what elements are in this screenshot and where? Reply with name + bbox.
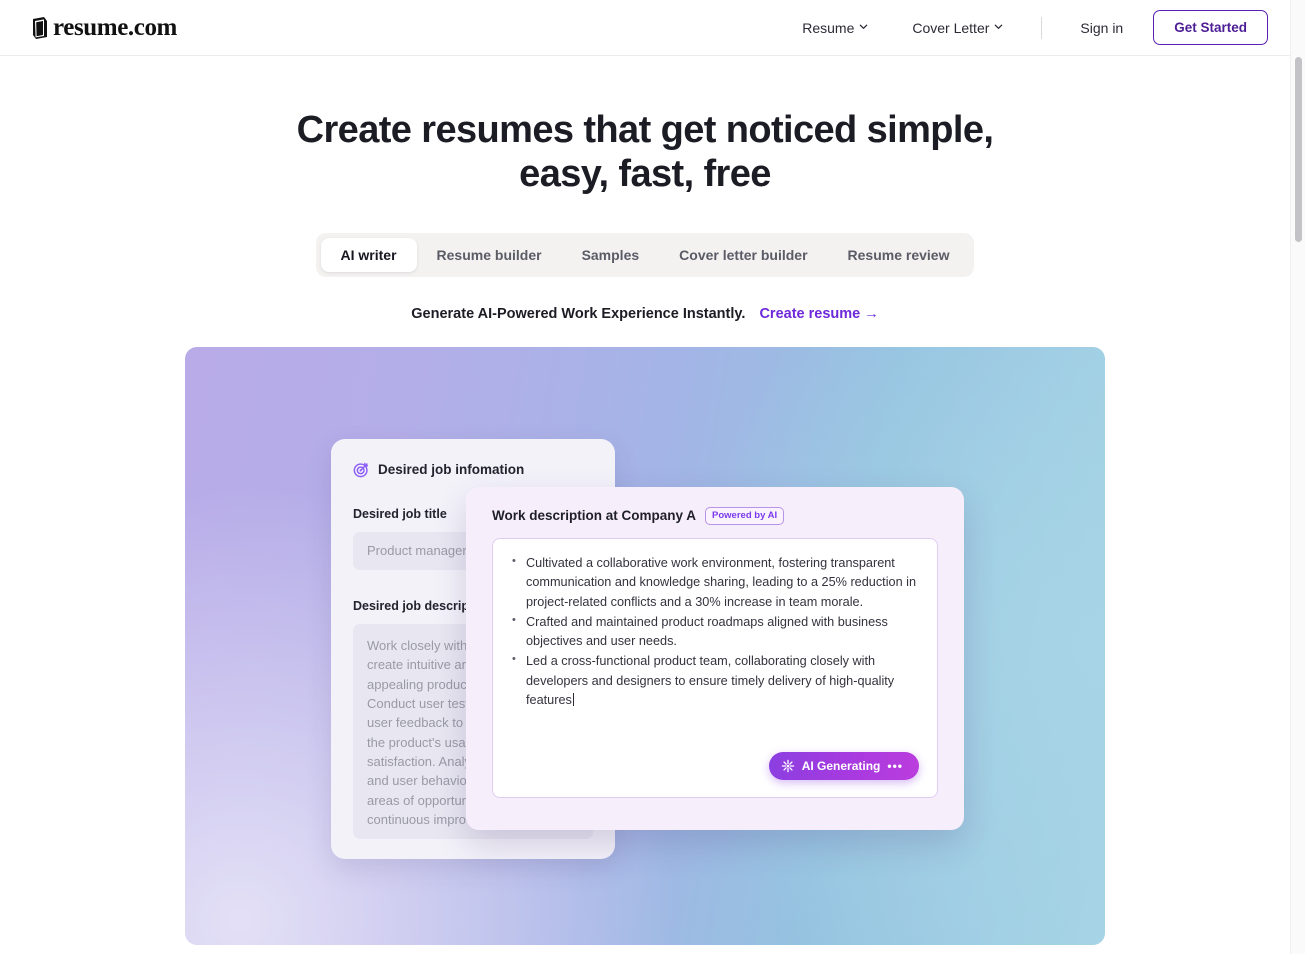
site-header: resume.com Resume Cover Letter Sign in G…	[0, 0, 1290, 56]
scrollbar-thumb[interactable]	[1295, 57, 1302, 242]
work-description-bullet-list: Cultivated a collaborative work environm…	[511, 553, 919, 710]
logo-text: resume.com	[53, 14, 177, 41]
work-description-title: Work description at Company A	[492, 508, 697, 524]
ai-generating-dots: •••	[887, 758, 903, 773]
list-item: Crafted and maintained product roadmaps …	[511, 612, 919, 652]
page-title: Create resumes that get noticed simple, …	[0, 108, 1290, 197]
sign-in-link[interactable]: Sign in	[1058, 20, 1145, 36]
create-resume-link[interactable]: Create resume →	[759, 306, 878, 322]
page-root: resume.com Resume Cover Letter Sign in G…	[0, 0, 1290, 945]
main-nav: Resume Cover Letter Sign in Get Started	[780, 10, 1290, 45]
tab-cover-letter-builder[interactable]: Cover letter builder	[659, 238, 827, 272]
tab-ai-writer[interactable]: AI writer	[320, 237, 417, 272]
tab-samples[interactable]: Samples	[562, 238, 660, 272]
subline: Generate AI-Powered Work Experience Inst…	[0, 306, 1290, 322]
desired-job-title-placeholder: Product manager	[367, 543, 467, 559]
target-icon	[353, 461, 370, 478]
headline-line-1: Create resumes that get noticed simple,	[296, 109, 994, 151]
headline-line-2: easy, fast, free	[519, 153, 771, 196]
ai-generating-label: AI Generating	[801, 758, 881, 773]
nav-item-cover-letter-label: Cover Letter	[912, 19, 990, 36]
get-started-button[interactable]: Get Started	[1153, 10, 1268, 45]
list-item: Led a cross-functional product team, col…	[511, 651, 919, 710]
nav-item-cover-letter[interactable]: Cover Letter	[890, 20, 1025, 36]
book-logo-icon	[30, 16, 50, 39]
chevron-down-icon	[994, 22, 1003, 31]
nav-item-resume-label: Resume	[802, 19, 855, 36]
tabs-container: AI writer Resume builder Samples Cover l…	[0, 232, 1290, 277]
nav-item-resume[interactable]: Resume	[780, 20, 890, 36]
hero-gradient-panel: Desired job infomation Desired job title…	[185, 346, 1105, 945]
tab-resume-review[interactable]: Resume review	[828, 238, 970, 272]
subline-text: Generate AI-Powered Work Experience Inst…	[411, 305, 746, 322]
sparkle-icon	[781, 759, 795, 773]
tab-list: AI writer Resume builder Samples Cover l…	[315, 232, 975, 277]
site-logo[interactable]: resume.com	[30, 15, 177, 40]
desired-job-information-title: Desired job infomation	[378, 461, 525, 477]
tab-resume-builder[interactable]: Resume builder	[417, 238, 562, 272]
ai-generating-button[interactable]: AI Generating •••	[768, 751, 919, 780]
list-item-text: Led a cross-functional product team, col…	[526, 654, 895, 707]
desired-job-information-header: Desired job infomation	[353, 461, 593, 478]
list-item: Cultivated a collaborative work environm…	[511, 553, 919, 612]
page-scrollbar[interactable]	[1290, 0, 1305, 954]
work-description-textbox[interactable]: Cultivated a collaborative work environm…	[492, 537, 938, 798]
text-cursor	[572, 692, 574, 706]
work-description-header: Work description at Company A Powered by…	[492, 506, 938, 525]
powered-by-ai-badge: Powered by AI	[705, 506, 785, 525]
chevron-down-icon	[859, 22, 868, 31]
work-description-card: Work description at Company A Powered by…	[466, 486, 964, 830]
nav-divider	[1041, 16, 1043, 39]
